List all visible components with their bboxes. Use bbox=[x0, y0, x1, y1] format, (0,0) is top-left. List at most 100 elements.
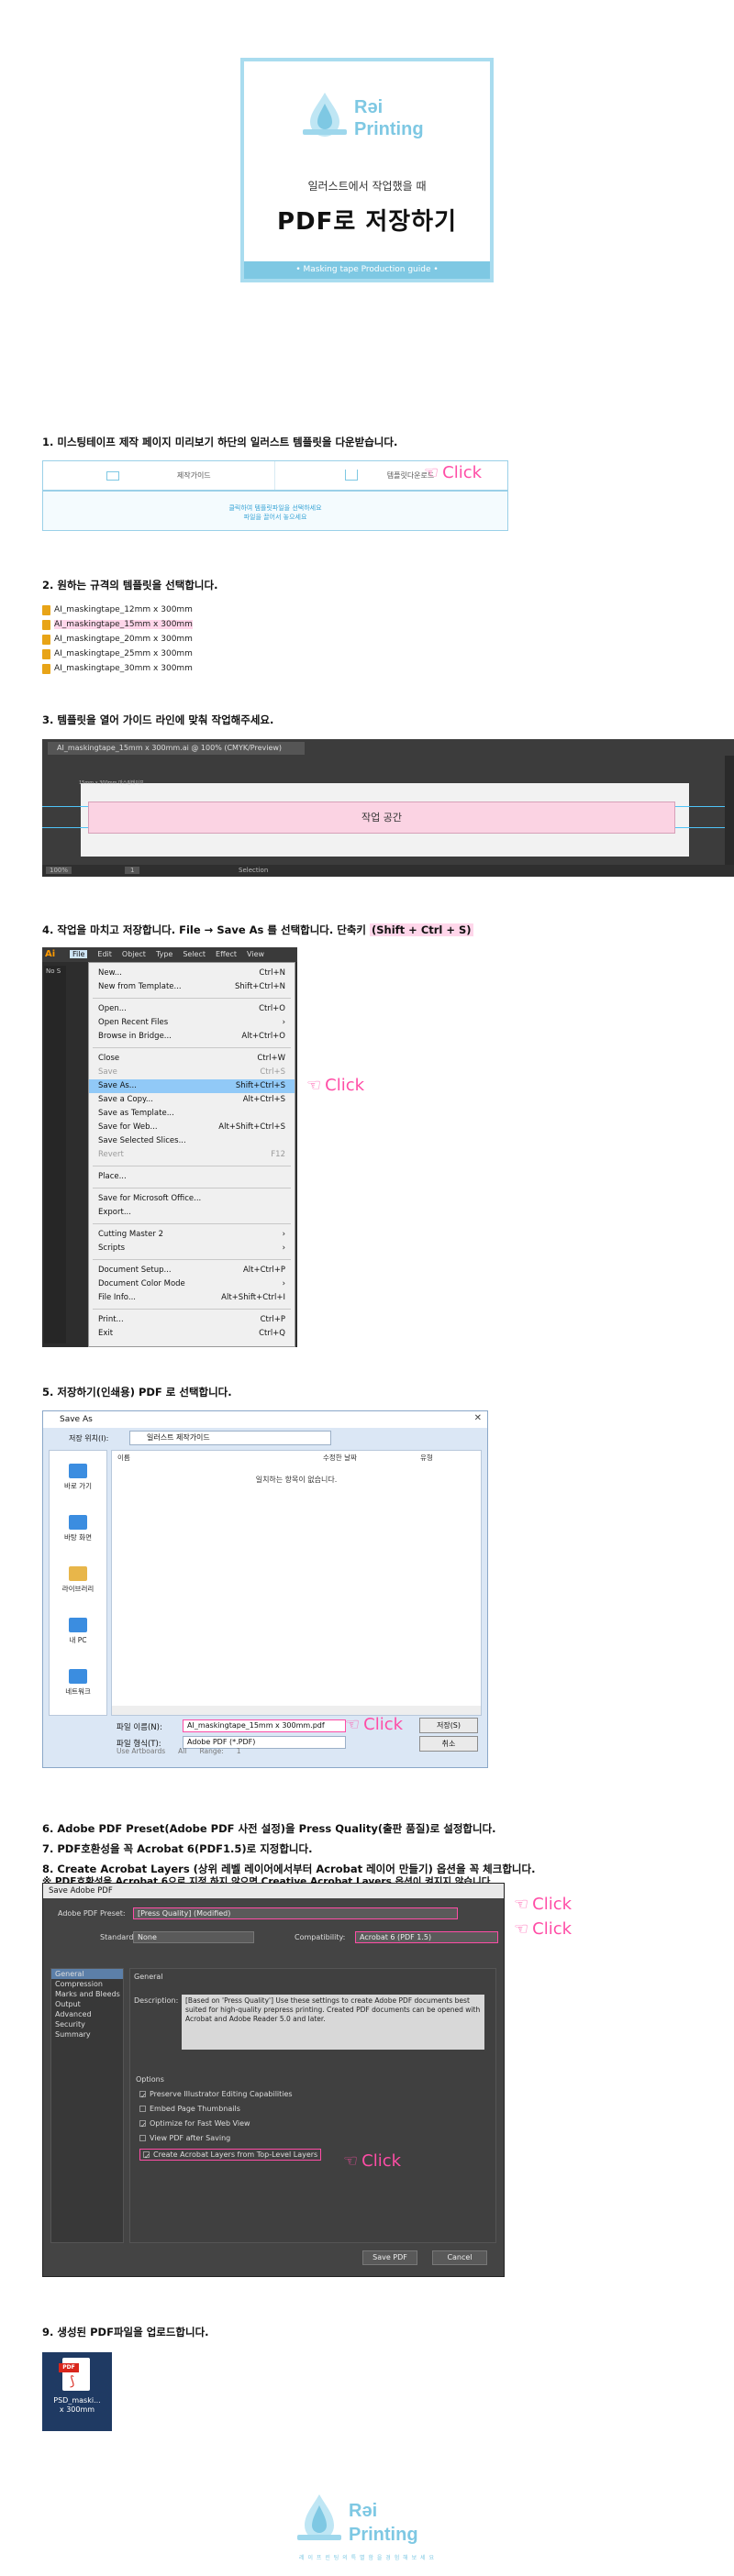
file-menu-item[interactable]: Save for Web... Alt+Shift+Ctrl+S bbox=[89, 1121, 295, 1134]
menu-file[interactable]: File bbox=[70, 950, 88, 958]
option-fast-web-view[interactable]: ✓ Optimize for Fast Web View bbox=[139, 2119, 250, 2129]
option-view-after-saving[interactable]: View PDF after Saving bbox=[139, 2134, 230, 2142]
menu-item-label: Export... bbox=[98, 1208, 131, 1217]
compat-select[interactable]: Acrobat 6 (PDF 1.5) bbox=[355, 1931, 498, 1943]
file-menu-item[interactable]: Document Setup... Alt+Ctrl+P bbox=[89, 1264, 295, 1277]
artboard-label: 15mm x 300mm 마스킹테이프 bbox=[79, 780, 144, 786]
category-item[interactable]: Output bbox=[51, 1999, 123, 2009]
file-menu-item[interactable]: Scripts › bbox=[89, 1242, 295, 1255]
menu-edit[interactable]: Edit bbox=[97, 950, 112, 958]
menu-type[interactable]: Type bbox=[156, 950, 172, 958]
cancel-button[interactable]: Cancel bbox=[432, 2250, 487, 2265]
zoom-level[interactable]: 100% bbox=[46, 867, 72, 874]
file-menu-item[interactable]: Save As... Shift+Ctrl+S bbox=[89, 1079, 295, 1093]
place-quick-access[interactable]: 바로 가기 bbox=[50, 1464, 106, 1491]
menu-item-label: Document Setup... bbox=[98, 1266, 172, 1275]
checkbox-icon bbox=[139, 2135, 146, 2141]
guide-button[interactable]: 제작가이드 bbox=[43, 461, 275, 490]
file-menu-item[interactable]: Cutting Master 2 › bbox=[89, 1228, 295, 1242]
option-preserve-editing[interactable]: ✓ Preserve Illustrator Editing Capabiliti… bbox=[139, 2090, 293, 2100]
menu-item-shortcut: Shift+Ctrl+N bbox=[234, 982, 285, 991]
section-title: General bbox=[134, 1973, 163, 1981]
file-menu-item[interactable]: Place... bbox=[89, 1170, 295, 1184]
file-item[interactable]: AI_maskingtape_30mm x 300mm bbox=[42, 661, 193, 676]
file-item[interactable]: AI_maskingtape_15mm x 300mm bbox=[42, 617, 193, 632]
file-menu-item[interactable]: New... Ctrl+N bbox=[89, 967, 295, 980]
menu-item-label: Save Selected Slices... bbox=[98, 1136, 186, 1145]
menu-item-label: Document Color Mode bbox=[98, 1279, 185, 1288]
ai-file-icon bbox=[42, 634, 50, 645]
preset-select[interactable]: [Press Quality] (Modified) bbox=[133, 1907, 458, 1919]
footer-brand-line2: Printing bbox=[349, 2525, 418, 2545]
place-libraries[interactable]: 라이브러리 bbox=[50, 1566, 106, 1594]
column-date[interactable]: 수정한 날짜 bbox=[323, 1453, 357, 1463]
menu-select[interactable]: Select bbox=[183, 950, 206, 958]
menu-separator bbox=[93, 1259, 291, 1260]
header-band: • Masking tape Production guide • bbox=[244, 261, 490, 279]
menu-item-shortcut: Ctrl+S bbox=[260, 1067, 285, 1077]
file-menu-item[interactable]: File Info... Alt+Shift+Ctrl+I bbox=[89, 1291, 295, 1305]
range-input[interactable]: 1 bbox=[237, 1747, 241, 1755]
download-info[interactable]: 클릭하여 템플릿파일을 선택하세요 파일을 끌어서 놓으세요 bbox=[42, 491, 508, 531]
location-select[interactable]: 일러스트 제작가이드 bbox=[129, 1431, 331, 1445]
file-menu-item[interactable]: Save Selected Slices... bbox=[89, 1134, 295, 1148]
pdf-file-thumbnail[interactable]: PDF ⟆ PSD_maski... x 300mm bbox=[42, 2352, 112, 2431]
option-embed-thumbnails[interactable]: Embed Page Thumbnails bbox=[139, 2105, 240, 2113]
file-name: AI_maskingtape_30mm x 300mm bbox=[54, 664, 193, 673]
category-item[interactable]: Security bbox=[51, 2019, 123, 2029]
file-menu-item[interactable]: Close Ctrl+W bbox=[89, 1052, 295, 1066]
menu-object[interactable]: Object bbox=[122, 950, 146, 958]
filename-label: 파일 이름(N): bbox=[117, 1723, 162, 1732]
file-menu-item[interactable]: New from Template... Shift+Ctrl+N bbox=[89, 980, 295, 994]
dialog-title: Save Adobe PDF bbox=[43, 1884, 504, 1898]
template-file-list: AI_maskingtape_12mm x 300mm AI_maskingta… bbox=[42, 603, 193, 676]
file-menu-item[interactable]: Open... Ctrl+O bbox=[89, 1002, 295, 1016]
category-item[interactable]: Advanced bbox=[51, 2009, 123, 2019]
close-icon[interactable]: ✕ bbox=[474, 1413, 482, 1423]
menu-item-label: Browse in Bridge... bbox=[98, 1032, 172, 1041]
file-menu-item[interactable]: Document Color Mode › bbox=[89, 1277, 295, 1291]
checkbox-icon bbox=[139, 2106, 146, 2112]
menu-item-shortcut: F12 bbox=[271, 1150, 285, 1159]
document-tab[interactable]: AI_maskingtape_15mm x 300mm.ai @ 100% (C… bbox=[48, 742, 305, 755]
save-pdf-button[interactable]: Save PDF bbox=[362, 2250, 417, 2265]
option-label: Optimize for Fast Web View bbox=[150, 2119, 250, 2128]
category-item[interactable]: Marks and Bleeds bbox=[51, 1989, 123, 1999]
file-menu-item[interactable]: Export... bbox=[89, 1206, 295, 1220]
file-menu-item[interactable]: Browse in Bridge... Alt+Ctrl+O bbox=[89, 1030, 295, 1044]
vertical-scrollbar[interactable] bbox=[725, 756, 734, 865]
all-radio[interactable]: All bbox=[178, 1747, 186, 1755]
column-type[interactable]: 유형 bbox=[420, 1453, 433, 1463]
column-name[interactable]: 이름 bbox=[117, 1453, 130, 1463]
file-menu-item[interactable]: Exit Ctrl+Q bbox=[89, 1327, 295, 1341]
file-menu-item[interactable]: Print... Ctrl+P bbox=[89, 1313, 295, 1327]
menu-view[interactable]: View bbox=[247, 950, 264, 958]
file-menu-item[interactable]: Open Recent Files › bbox=[89, 1016, 295, 1030]
option-create-acrobat-layers[interactable]: ✓ Create Acrobat Layers from Top-Level La… bbox=[139, 2149, 322, 2161]
file-menu-item[interactable]: Save for Microsoft Office... bbox=[89, 1192, 295, 1206]
place-network[interactable]: 네트워크 bbox=[50, 1669, 106, 1697]
category-item[interactable]: General bbox=[51, 1969, 123, 1979]
use-artboards-checkbox[interactable]: Use Artboards bbox=[117, 1747, 165, 1755]
horizontal-scrollbar[interactable] bbox=[112, 1706, 481, 1715]
menu-item-shortcut: Alt+Shift+Ctrl+S bbox=[218, 1122, 285, 1132]
save-button[interactable]: 저장(S) bbox=[419, 1718, 478, 1733]
file-menu-item[interactable]: Save a Copy... Alt+Ctrl+S bbox=[89, 1093, 295, 1107]
menu-effect[interactable]: Effect bbox=[216, 950, 237, 958]
artboard-number[interactable]: 1 bbox=[125, 867, 140, 874]
menu-item-shortcut: › bbox=[282, 1018, 285, 1027]
file-item[interactable]: AI_maskingtape_12mm x 300mm bbox=[42, 603, 193, 617]
file-item[interactable]: AI_maskingtape_25mm x 300mm bbox=[42, 647, 193, 661]
place-this-pc[interactable]: 내 PC bbox=[50, 1618, 106, 1645]
file-menu-item[interactable]: Save as Template... bbox=[89, 1107, 295, 1121]
place-desktop[interactable]: 바탕 화면 bbox=[50, 1515, 106, 1542]
option-label: Create Acrobat Layers from Top-Level Lay… bbox=[153, 2150, 318, 2159]
filename-input[interactable]: AI_maskingtape_15mm x 300mm.pdf bbox=[183, 1719, 346, 1732]
file-item[interactable]: AI_maskingtape_20mm x 300mm bbox=[42, 632, 193, 647]
download-icon bbox=[345, 470, 358, 481]
side-hint: No S bbox=[46, 967, 61, 975]
category-item[interactable]: Summary bbox=[51, 2029, 123, 2040]
standard-select[interactable]: None bbox=[133, 1931, 254, 1943]
category-item[interactable]: Compression bbox=[51, 1979, 123, 1989]
cancel-button[interactable]: 취소 bbox=[419, 1736, 478, 1752]
